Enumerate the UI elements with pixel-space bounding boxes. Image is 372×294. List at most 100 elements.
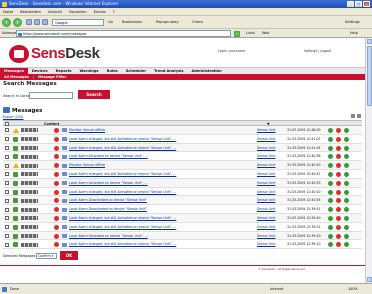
row-checkbox[interactable]	[5, 154, 9, 159]
delete-icon[interactable]	[336, 163, 341, 169]
row-checkbox[interactable]	[5, 242, 9, 247]
table-row[interactable]: Local Alarm Activated on device "Sensor …	[3, 231, 362, 241]
status-zoom[interactable]: 100%	[348, 284, 358, 294]
close-button[interactable]: ×	[363, 1, 370, 7]
delete-icon[interactable]	[336, 224, 341, 230]
delete-icon[interactable]	[336, 136, 341, 142]
confirm-icon[interactable]	[328, 171, 333, 177]
confirm-icon[interactable]	[328, 136, 333, 142]
device-link[interactable]: Sensor Unit	[257, 240, 275, 249]
device-link[interactable]: Sensor Unit	[257, 188, 275, 197]
details-icon[interactable]	[344, 128, 349, 133]
settings-button[interactable]: Settings	[345, 19, 360, 26]
details-icon[interactable]	[344, 163, 349, 169]
print-icon[interactable]	[351, 114, 355, 118]
details-icon[interactable]	[344, 145, 349, 151]
google-search-input[interactable]: Google	[52, 19, 104, 26]
scroll-up-arrow[interactable]	[367, 39, 372, 44]
table-row[interactable]: Monitor: Sensor offline Sensor Unit 31.03.…	[3, 126, 362, 135]
row-checkbox[interactable]	[5, 128, 9, 133]
delete-icon[interactable]	[336, 189, 341, 195]
refresh-icon[interactable]	[34, 19, 40, 25]
message-text-link[interactable]: Monitor: Sensor offline	[69, 161, 245, 170]
forward-button[interactable]: ›	[13, 18, 22, 27]
menu-item-view[interactable]: Ansicht	[48, 8, 62, 15]
web-button[interactable]: Web	[262, 29, 269, 38]
details-icon[interactable]	[344, 215, 349, 221]
device-link[interactable]: Sensor Unit	[257, 223, 275, 232]
row-checkbox[interactable]	[5, 163, 9, 168]
message-text-link[interactable]: Local Alarm Deactivated on device "Senso…	[69, 205, 245, 214]
device-link[interactable]: Sensor Unit	[257, 161, 275, 170]
message-text-link[interactable]: Local Alarm changed, but still Activated…	[69, 223, 245, 232]
confirm-icon[interactable]	[328, 145, 333, 151]
row-checkbox[interactable]	[5, 181, 9, 186]
table-row[interactable]: Local Alarm changed, but still Activated…	[3, 143, 362, 153]
delete-icon[interactable]	[336, 207, 341, 213]
row-checkbox[interactable]	[5, 198, 9, 203]
device-link[interactable]: Sensor Unit	[257, 214, 275, 223]
device-link[interactable]: Sensor Unit	[257, 135, 275, 144]
table-row[interactable]: Local Alarm changed, but still Activated…	[3, 223, 362, 232]
message-text-link[interactable]: Local Alarm changed, but still Activated…	[69, 188, 245, 197]
details-icon[interactable]	[344, 207, 349, 213]
row-checkbox[interactable]	[5, 225, 9, 230]
go-icon[interactable]	[234, 30, 240, 37]
device-link[interactable]: Sensor Unit	[257, 170, 275, 179]
details-icon[interactable]	[344, 180, 349, 186]
delete-icon[interactable]	[336, 215, 341, 221]
confirm-icon[interactable]	[328, 198, 333, 204]
help-button[interactable]: Help	[350, 29, 358, 38]
home-icon[interactable]	[42, 19, 48, 25]
minimize-button[interactable]: _	[347, 1, 354, 7]
row-checkbox[interactable]	[5, 137, 9, 142]
stop-icon[interactable]	[26, 19, 32, 25]
table-row[interactable]: Local Alarm changed, but still Activated…	[3, 240, 362, 250]
confirm-icon[interactable]	[328, 163, 333, 169]
bulk-action-select[interactable]: Confirm ▾	[36, 253, 57, 259]
delete-icon[interactable]	[336, 154, 341, 160]
details-icon[interactable]	[344, 242, 349, 248]
table-row[interactable]: Local Alarm Activated on device "Sensor …	[3, 178, 362, 188]
bulk-ok-button[interactable]: OK	[60, 251, 78, 260]
menu-item-tools[interactable]: Extras	[94, 8, 106, 15]
search-input[interactable]	[29, 92, 73, 99]
row-checkbox[interactable]	[5, 172, 9, 177]
device-link[interactable]: Sensor Unit	[257, 196, 275, 205]
row-checkbox[interactable]	[5, 189, 9, 194]
table-row[interactable]: Local Alarm changed, but still Activated…	[3, 135, 362, 144]
message-text-link[interactable]: Local Alarm changed, but still Activated…	[69, 144, 245, 153]
confirm-icon[interactable]	[328, 224, 333, 230]
back-button[interactable]: ‹	[2, 18, 11, 27]
export-csv-link[interactable]: Export (CSV)	[3, 115, 23, 119]
message-text-link[interactable]: Local Alarm Activated on device "Sensor …	[69, 232, 245, 241]
details-icon[interactable]	[344, 233, 349, 239]
details-icon[interactable]	[344, 189, 349, 195]
confirm-icon[interactable]	[328, 154, 333, 160]
message-text-link[interactable]: Local Alarm Deactivated on device "Senso…	[69, 196, 245, 205]
subnav-message-filter[interactable]: Message Filter	[34, 74, 70, 80]
table-row[interactable]: Local Alarm changed, but still Activated…	[3, 170, 362, 179]
message-text-link[interactable]: Monitor: Sensor offline	[69, 126, 245, 135]
confirm-icon[interactable]	[328, 189, 333, 195]
row-checkbox[interactable]	[5, 233, 9, 238]
table-row[interactable]: Local Alarm Deactivated on device "Senso…	[3, 205, 362, 214]
row-checkbox[interactable]	[5, 145, 9, 150]
details-icon[interactable]	[344, 171, 349, 177]
popups-button[interactable]: Popups okay	[156, 19, 179, 26]
row-checkbox[interactable]	[5, 216, 9, 221]
confirm-icon[interactable]	[328, 242, 333, 248]
delete-icon[interactable]	[336, 233, 341, 239]
maximize-button[interactable]: □	[355, 1, 362, 7]
details-icon[interactable]	[344, 198, 349, 204]
go-button[interactable]: Go	[108, 19, 113, 26]
confirm-icon[interactable]	[328, 180, 333, 186]
message-text-link[interactable]: Local Alarm changed, but still Activated…	[69, 135, 245, 144]
menu-item-favorites[interactable]: Favoriten	[69, 8, 87, 15]
table-row[interactable]: Local Alarm Activated on device "Sensor …	[3, 152, 362, 162]
device-link[interactable]: Sensor Unit	[257, 126, 275, 135]
delete-icon[interactable]	[336, 145, 341, 151]
scroll-thumb[interactable]	[367, 46, 372, 106]
delete-icon[interactable]	[336, 180, 341, 186]
vertical-scrollbar[interactable]	[365, 38, 372, 283]
